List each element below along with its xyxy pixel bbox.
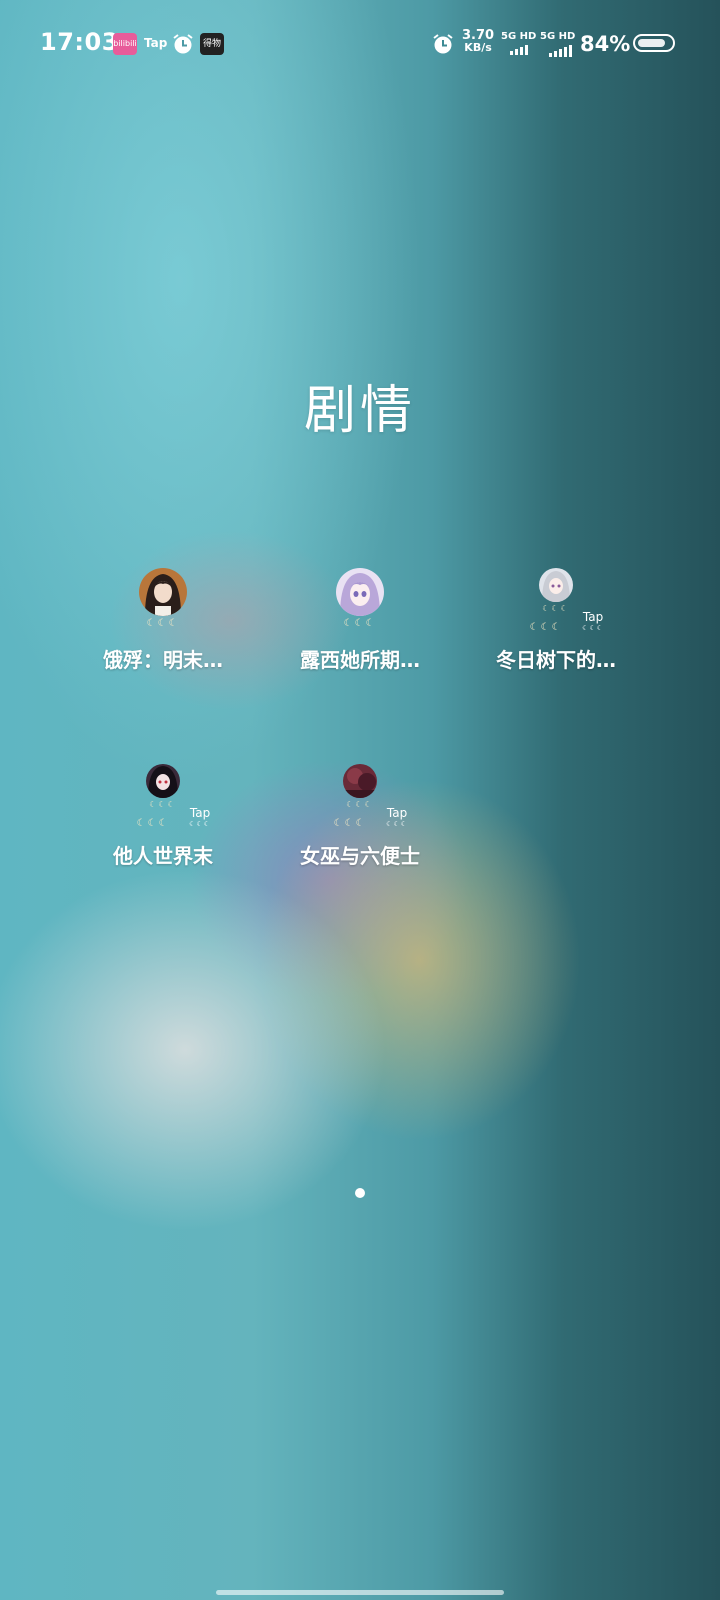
tap-app-icon: Tap [144,36,168,50]
tap-badge-label: Tap [386,806,408,820]
app-icon-graphic: ☾☾☾ [113,568,213,640]
gesture-navigation-bar[interactable] [216,1590,504,1595]
app-icon-graphic: ☾☾☾ ☾☾☾ Tap ☾☾☾ [506,568,606,640]
signal-bars-icon [510,45,528,55]
net-speed-unit: KB/s [464,41,492,54]
alarm-icon [432,33,454,59]
app-icon-graphic: ☾☾☾ ☾☾☾ Tap ☾☾☾ [113,764,213,836]
app-icon-graphic: ☾☾☾ [310,568,410,640]
app-icon-others-world[interactable]: ☾☾☾ ☾☾☾ Tap ☾☾☾ 他人世界末 [65,764,261,869]
sim2-label: 5G HD [540,31,576,42]
app-label: 冬日树下的… [496,648,616,672]
anime-girl-dark-hair-avatar [139,568,187,616]
anime-girl-purple-hair-avatar [336,568,384,616]
app-icon-graphic: ☾☾☾ ☾☾☾ Tap ☾☾☾ [310,764,410,836]
alarm-icon [172,33,194,59]
app-icon-esu[interactable]: ☾☾☾ 饿殍：明末… [65,568,261,673]
tap-badge-icon: Tap ☾☾☾ [386,806,408,828]
battery-percent: 84% [580,32,631,56]
battery-icon [633,34,675,52]
app-label: 女巫与六便士 [300,844,420,868]
dark-app-icon: 得物 [200,33,224,55]
app-label: 露西她所期… [300,648,420,672]
tap-badge-icon: Tap ☾☾☾ [189,806,211,828]
page-indicator-dot [355,1188,365,1198]
folder-title: 剧情 [303,381,416,441]
app-icon-lucy[interactable]: ☾☾☾ 露西她所期… [262,568,458,673]
network-speed: 3.70 KB/s [462,29,494,54]
status-bar: 17:03 bilibili Tap 得物 3.70 KB/s 5G HD 5G… [0,0,720,88]
app-label: 他人世界末 [113,844,213,868]
status-time: 17:03 [40,28,119,56]
tap-badge-icon: Tap ☾☾☾ [582,610,604,632]
tap-badge-label: Tap [189,806,211,820]
app-icon-winter-tree[interactable]: ☾☾☾ ☾☾☾ Tap ☾☾☾ 冬日树下的… [458,568,654,673]
witch-red-scene-avatar [343,764,377,798]
moon-decoration-icon: ☾☾☾ [343,618,377,629]
anime-girl-black-hair-avatar [146,764,180,798]
app-label: 饿殍：明末… [103,648,223,672]
sim1-label: 5G HD [501,31,537,42]
app-icon-witch-sixpence[interactable]: ☾☾☾ ☾☾☾ Tap ☾☾☾ 女巫与六便士 [262,764,458,869]
moon-decoration-icon: ☾☾☾ [146,618,180,629]
signal-bars-icon [549,45,572,57]
pink-app-icon: bilibili [113,33,137,55]
tap-badge-label: Tap [582,610,604,624]
anime-girl-silver-hair-avatar [539,568,573,602]
